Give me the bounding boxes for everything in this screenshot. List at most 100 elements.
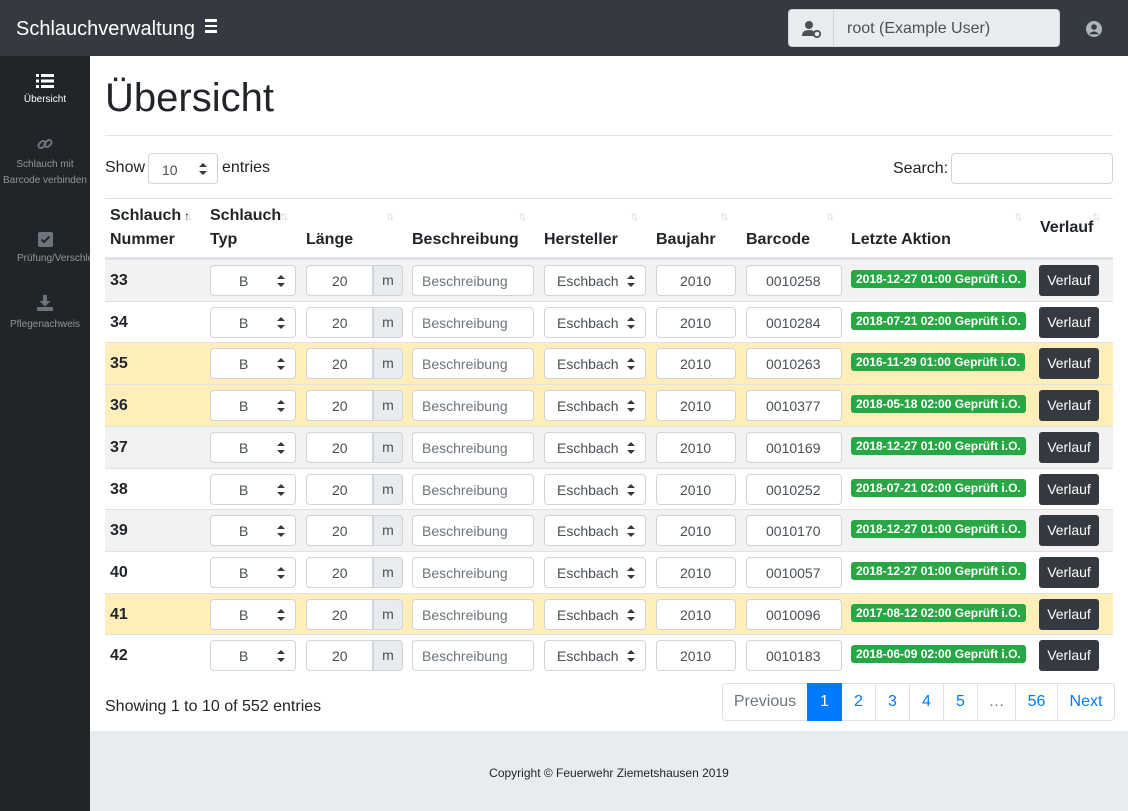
pagination-page[interactable]: 1 bbox=[807, 683, 842, 721]
column-header-baujahr[interactable]: Baujahr bbox=[656, 228, 716, 252]
hose-type-select[interactable]: B bbox=[210, 265, 296, 296]
column-header-beschreibung[interactable]: Beschreibung bbox=[412, 228, 519, 252]
history-button[interactable]: Verlauf bbox=[1039, 307, 1099, 338]
year-input[interactable]: 2010 bbox=[656, 557, 736, 588]
barcode-input[interactable]: 0010258 bbox=[746, 265, 842, 296]
hose-type-select[interactable]: B bbox=[210, 348, 296, 379]
sort-icon[interactable]: ↑↓ bbox=[1092, 209, 1101, 223]
pagination-page[interactable]: 5 bbox=[943, 683, 978, 721]
description-input[interactable]: Beschreibung bbox=[412, 265, 534, 296]
length-input[interactable]: 20 m bbox=[306, 390, 403, 421]
description-input[interactable]: Beschreibung bbox=[412, 640, 534, 671]
sort-icon[interactable]: ↑↓ bbox=[1014, 209, 1023, 223]
manufacturer-select[interactable]: Eschbach bbox=[544, 640, 646, 671]
column-header-barcode[interactable]: Barcode bbox=[746, 228, 810, 252]
history-button[interactable]: Verlauf bbox=[1039, 348, 1099, 379]
length-input[interactable]: 20 m bbox=[306, 557, 403, 588]
account-circle-icon[interactable] bbox=[1086, 21, 1102, 37]
year-input[interactable]: 2010 bbox=[656, 515, 736, 546]
column-header-verlauf[interactable]: Verlauf bbox=[1040, 216, 1093, 240]
column-header-laenge[interactable]: Länge bbox=[306, 228, 353, 252]
year-input[interactable]: 2010 bbox=[656, 265, 736, 296]
description-input[interactable]: Beschreibung bbox=[412, 599, 534, 630]
history-button[interactable]: Verlauf bbox=[1039, 432, 1099, 463]
history-button[interactable]: Verlauf bbox=[1039, 557, 1099, 588]
barcode-input[interactable]: 0010169 bbox=[746, 432, 842, 463]
year-input[interactable]: 2010 bbox=[656, 640, 736, 671]
description-input[interactable]: Beschreibung bbox=[412, 557, 534, 588]
length-input[interactable]: 20 m bbox=[306, 515, 403, 546]
length-input[interactable]: 20 m bbox=[306, 348, 403, 379]
description-input[interactable]: Beschreibung bbox=[412, 390, 534, 421]
history-button[interactable]: Verlauf bbox=[1039, 599, 1099, 630]
description-input[interactable]: Beschreibung bbox=[412, 432, 534, 463]
pagination-page[interactable]: 3 bbox=[875, 683, 910, 721]
description-input[interactable]: Beschreibung bbox=[412, 474, 534, 505]
barcode-input[interactable]: 0010170 bbox=[746, 515, 842, 546]
length-input[interactable]: 20 m bbox=[306, 474, 403, 505]
year-input[interactable]: 2010 bbox=[656, 390, 736, 421]
barcode-input[interactable]: 0010057 bbox=[746, 557, 842, 588]
barcode-input[interactable]: 0010183 bbox=[746, 640, 842, 671]
sort-icon[interactable]: ↑↓ bbox=[630, 209, 639, 223]
description-input[interactable]: Beschreibung bbox=[412, 515, 534, 546]
sort-icon[interactable]: ↑↓ bbox=[518, 209, 527, 223]
pagination-next[interactable]: Next bbox=[1057, 683, 1115, 721]
year-input[interactable]: 2010 bbox=[656, 348, 736, 379]
sidebar-item-barcode[interactable]: Schlauch mit Barcode verbinden bbox=[0, 136, 90, 189]
length-input[interactable]: 20 m bbox=[306, 307, 403, 338]
year-input[interactable]: 2010 bbox=[656, 307, 736, 338]
manufacturer-select[interactable]: Eschbach bbox=[544, 557, 646, 588]
hose-type-select[interactable]: B bbox=[210, 390, 296, 421]
year-input[interactable]: 2010 bbox=[656, 432, 736, 463]
year-input[interactable]: 2010 bbox=[656, 599, 736, 630]
sidebar-item-pruefung[interactable]: Prüfung/Verschleiß bbox=[0, 232, 90, 267]
manufacturer-select[interactable]: Eschbach bbox=[544, 348, 646, 379]
length-input[interactable]: 20 m bbox=[306, 599, 403, 630]
history-button[interactable]: Verlauf bbox=[1039, 474, 1099, 505]
sort-icon[interactable]: ↑↓ bbox=[826, 209, 835, 223]
manufacturer-select[interactable]: Eschbach bbox=[544, 515, 646, 546]
history-button[interactable]: Verlauf bbox=[1039, 390, 1099, 421]
sort-icon[interactable]: ↑↓ bbox=[386, 209, 395, 223]
hose-type-select[interactable]: B bbox=[210, 640, 296, 671]
pagination-previous[interactable]: Previous bbox=[722, 683, 808, 721]
sort-icon[interactable]: ↑↓ bbox=[280, 209, 289, 223]
sidebar-item-pflegenachweis[interactable]: Pflegenachweis bbox=[0, 295, 90, 333]
barcode-input[interactable]: 0010096 bbox=[746, 599, 842, 630]
column-header-letzte-aktion[interactable]: Letzte Aktion bbox=[851, 228, 951, 252]
column-header-typ[interactable]: Schlauch Typ bbox=[210, 204, 281, 252]
description-input[interactable]: Beschreibung bbox=[412, 307, 534, 338]
sort-icon[interactable]: ↑↓ bbox=[720, 209, 729, 223]
app-title[interactable]: Schlauchverwaltung bbox=[16, 17, 195, 41]
sidebar-item-uebersicht[interactable]: Übersicht bbox=[0, 74, 90, 108]
history-button[interactable]: Verlauf bbox=[1039, 265, 1099, 296]
hose-type-select[interactable]: B bbox=[210, 307, 296, 338]
barcode-input[interactable]: 0010377 bbox=[746, 390, 842, 421]
manufacturer-select[interactable]: Eschbach bbox=[544, 599, 646, 630]
length-input[interactable]: 20 m bbox=[306, 432, 403, 463]
column-header-hersteller[interactable]: Hersteller bbox=[544, 228, 618, 252]
search-input[interactable] bbox=[951, 153, 1113, 184]
history-button[interactable]: Verlauf bbox=[1039, 515, 1099, 546]
hose-type-select[interactable]: B bbox=[210, 557, 296, 588]
pagination-page[interactable]: 2 bbox=[841, 683, 876, 721]
manufacturer-select[interactable]: Eschbach bbox=[544, 474, 646, 505]
description-input[interactable]: Beschreibung bbox=[412, 348, 534, 379]
barcode-input[interactable]: 0010252 bbox=[746, 474, 842, 505]
manufacturer-select[interactable]: Eschbach bbox=[544, 265, 646, 296]
hose-type-select[interactable]: B bbox=[210, 599, 296, 630]
length-input[interactable]: 20 m bbox=[306, 265, 403, 296]
manufacturer-select[interactable]: Eschbach bbox=[544, 390, 646, 421]
length-input[interactable]: 20 m bbox=[306, 640, 403, 671]
pagination-page[interactable]: 56 bbox=[1015, 683, 1058, 721]
menu-toggle-icon[interactable] bbox=[205, 19, 217, 33]
manufacturer-select[interactable]: Eschbach bbox=[544, 307, 646, 338]
barcode-input[interactable]: 0010284 bbox=[746, 307, 842, 338]
hose-type-select[interactable]: B bbox=[210, 432, 296, 463]
column-header-nummer[interactable]: Schlauch Nummer bbox=[110, 204, 190, 252]
manufacturer-select[interactable]: Eschbach bbox=[544, 432, 646, 463]
sort-asc-icon[interactable]: ↑↓ bbox=[184, 209, 193, 223]
entries-per-page-select[interactable]: 10 bbox=[148, 153, 218, 184]
pagination-page[interactable]: 4 bbox=[909, 683, 944, 721]
